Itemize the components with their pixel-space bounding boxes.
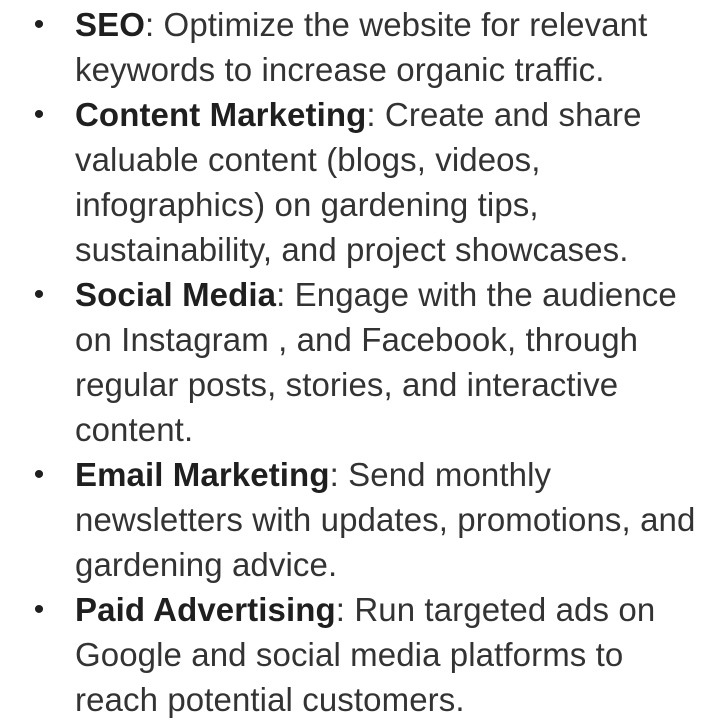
item-separator: : [366,96,376,133]
list-item-paid-advertising: • Paid Advertising: Run targeted ads on … [0,587,704,722]
item-term: Content Marketing [75,96,367,133]
list-item-content-marketing: • Content Marketing: Create and share va… [0,92,704,272]
item-term: Paid Advertising [75,591,336,628]
marketing-strategy-list: • SEO: Optimize the website for relevant… [0,2,704,722]
list-item-social-media: • Social Media: Engage with the audience… [0,272,704,452]
item-separator: : [329,456,339,493]
item-description: Optimize the website for relevant keywor… [75,6,648,88]
list-item-seo: • SEO: Optimize the website for relevant… [0,2,704,92]
item-separator: : [145,6,155,43]
bullet-icon: • [33,98,45,131]
bullet-icon: • [33,8,45,41]
document-page: • SEO: Optimize the website for relevant… [0,0,704,718]
bullet-icon: • [33,593,45,626]
item-term: SEO [75,6,145,43]
item-term: Social Media [75,276,277,313]
item-term: Email Marketing [75,456,330,493]
list-item-email-marketing: • Email Marketing: Send monthly newslett… [0,452,704,587]
bullet-icon: • [33,278,45,311]
bullet-icon: • [33,458,45,491]
item-separator: : [276,276,286,313]
item-separator: : [335,591,346,628]
